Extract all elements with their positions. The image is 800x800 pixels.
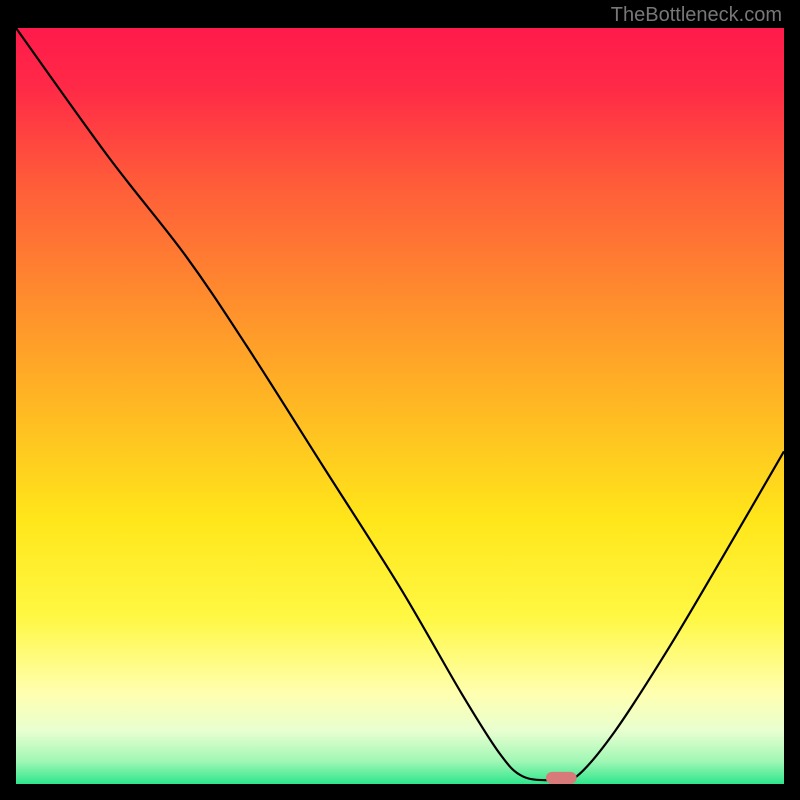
chart-container: [16, 28, 784, 784]
gradient-background: [16, 28, 784, 784]
watermark-text: TheBottleneck.com: [611, 4, 782, 27]
highlight-marker: [546, 772, 577, 784]
chart-svg: [16, 28, 784, 784]
